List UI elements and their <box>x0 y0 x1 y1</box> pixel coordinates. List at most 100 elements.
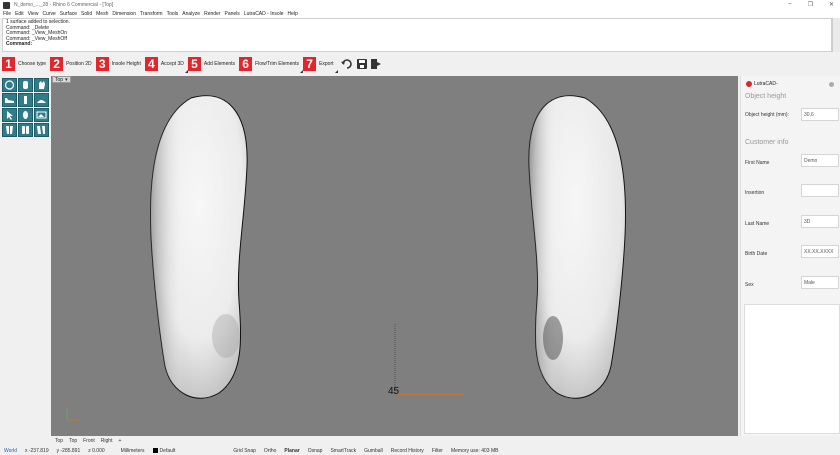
step-add-elements[interactable]: 5 Add Elements <box>187 57 235 71</box>
step-label: Choose type <box>18 61 47 67</box>
step-export[interactable]: 7 Export <box>303 57 338 73</box>
menu-mesh[interactable]: Mesh <box>96 11 108 17</box>
gumball-toggle[interactable]: Gumball <box>364 448 383 454</box>
cplane-world[interactable]: World <box>4 448 17 454</box>
step-number: 7 <box>303 57 317 71</box>
menu-view[interactable]: View <box>28 11 39 17</box>
last-name-field[interactable]: 3D <box>801 215 839 228</box>
step-number: 4 <box>144 57 158 71</box>
status-bar: World x -237.819 y -285.891 z 0.000 Mill… <box>0 446 840 455</box>
menu-tools[interactable]: Tools <box>167 11 179 17</box>
pointer-select-icon[interactable] <box>2 108 17 122</box>
menu-panels[interactable]: Panels <box>225 11 240 17</box>
grid-snap-toggle[interactable]: Grid Snap <box>233 448 256 454</box>
menu-file[interactable]: File <box>3 11 11 17</box>
panel-header: LutraCAD- <box>746 81 778 87</box>
lutracad-panel: LutraCAD- Object height Object height (m… <box>740 76 840 436</box>
viewport-canvas[interactable]: 45 <box>51 76 738 436</box>
current-layer[interactable]: Default <box>152 447 175 454</box>
insertion-field[interactable] <box>801 184 839 197</box>
maximize-button[interactable]: ❐ <box>808 1 813 8</box>
dimension-label: 45 <box>388 386 400 397</box>
image-import-icon[interactable] <box>34 108 49 122</box>
left-insole[interactable] <box>149 95 248 399</box>
first-name-label: First Name <box>745 160 770 166</box>
customer-info-title: Customer info <box>745 139 789 146</box>
menu-solid[interactable]: Solid <box>81 11 92 17</box>
mirror-right-icon[interactable] <box>34 123 49 137</box>
tab-right[interactable]: Right <box>101 438 113 444</box>
coord-x: x -237.819 <box>24 447 49 454</box>
panel-options-icon[interactable] <box>829 82 834 87</box>
pair-feet-icon[interactable] <box>18 123 33 137</box>
sex-label: Sex <box>745 282 754 288</box>
birth-date-field[interactable]: XX.XX.XXXX <box>801 245 839 258</box>
birth-date-label: Birth Date <box>745 251 768 257</box>
tab-front[interactable]: Front <box>83 438 95 444</box>
units[interactable]: Millimeters <box>121 448 145 454</box>
step-label: Export <box>319 61 334 67</box>
viewport-title: Top <box>55 76 64 83</box>
chevron-down-icon[interactable]: ▾ <box>65 77 68 83</box>
exit-icon[interactable] <box>371 58 383 70</box>
insole-icon[interactable] <box>18 108 33 122</box>
rhino-app-icon <box>3 1 10 9</box>
first-name-field[interactable]: Demo <box>801 154 839 167</box>
viewport-top[interactable]: 45 <box>51 76 738 436</box>
undo-icon[interactable] <box>340 58 353 70</box>
menu-analyze[interactable]: Analyze <box>182 11 200 17</box>
object-height-title: Object height <box>745 93 787 100</box>
menu-transform[interactable]: Transform <box>140 11 163 17</box>
step-number: 3 <box>95 57 109 71</box>
side-profile-icon[interactable] <box>2 93 17 107</box>
step-choose-type[interactable]: 1 Choose type <box>2 57 46 71</box>
menu-dimension[interactable]: Dimension <box>112 11 136 17</box>
coord-z: z 0.000 <box>88 447 105 454</box>
record-history-toggle[interactable]: Record History <box>391 448 424 454</box>
step-position-2d[interactable]: 2 Position 2D <box>50 57 92 71</box>
osnap-toggle[interactable]: Osnap <box>308 448 323 454</box>
step-flow-trim-elements[interactable]: 6 Flow/Trim Elements <box>239 57 304 73</box>
minimize-button[interactable]: – <box>788 1 791 8</box>
menu-bar: File Edit View Curve Surface Solid Mesh … <box>0 10 840 18</box>
add-tab-button[interactable]: + <box>118 438 121 444</box>
dropdown-triangle-icon[interactable] <box>334 70 338 73</box>
ortho-toggle[interactable]: Ortho <box>264 448 277 454</box>
step-accept-3d[interactable]: 4 Accept 3D <box>144 57 188 73</box>
tab-top[interactable]: Top <box>55 438 63 444</box>
step-insole-height[interactable]: 3 Insole Height <box>95 57 141 71</box>
command-history[interactable]: 1 surface added to selection. Command: _… <box>2 18 832 52</box>
smarttrack-toggle[interactable]: SmartTrack <box>330 448 356 454</box>
step-label: Accept 3D <box>160 61 184 67</box>
object-height-label: Object height (mm): <box>745 112 789 118</box>
viewport-tabs: Top Top Front Right + <box>51 437 738 445</box>
coord-y: y -285.891 <box>56 447 81 454</box>
mirror-left-icon[interactable] <box>2 123 17 137</box>
arch-support-icon[interactable] <box>34 93 49 107</box>
menu-edit[interactable]: Edit <box>15 11 24 17</box>
menu-lutracad-insole[interactable]: LutraCAD - Insole <box>244 11 284 17</box>
notes-area[interactable] <box>744 304 840 434</box>
foot-scan-icon[interactable] <box>2 78 17 92</box>
right-insole[interactable] <box>528 95 627 399</box>
step-label: Flow/Trim Elements <box>255 61 300 67</box>
menu-surface[interactable]: Surface <box>60 11 77 17</box>
heel-cup-icon[interactable] <box>18 93 33 107</box>
command-scrollbar[interactable] <box>832 18 840 52</box>
menu-curve[interactable]: Curve <box>42 11 55 17</box>
layer-color-swatch <box>152 447 158 453</box>
viewport-title-tab[interactable]: Top ▾ <box>52 76 71 83</box>
planar-toggle[interactable]: Planar <box>284 448 299 454</box>
save-icon[interactable] <box>356 58 368 70</box>
command-prompt[interactable]: Command: <box>6 42 828 48</box>
menu-render[interactable]: Render <box>204 11 220 17</box>
close-button[interactable]: ✕ <box>829 1 834 8</box>
hand-tool-icon[interactable] <box>34 78 49 92</box>
filter-toggle[interactable]: Filter <box>432 448 443 454</box>
sex-select[interactable]: Male <box>801 276 839 289</box>
menu-help[interactable]: Help <box>288 11 298 17</box>
tab-top-2[interactable]: Top <box>69 438 77 444</box>
object-height-field[interactable]: 30,6 <box>801 108 839 121</box>
step-label: Position 2D <box>66 61 92 67</box>
foot-outline-icon[interactable] <box>18 78 33 92</box>
